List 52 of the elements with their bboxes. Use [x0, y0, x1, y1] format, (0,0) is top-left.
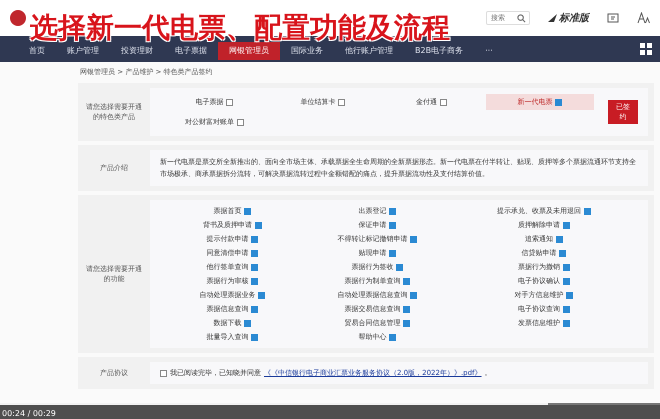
nav-tab[interactable]: 电子票据: [164, 42, 218, 60]
video-caption: 选择新一代电票、配置功能及流程: [30, 12, 450, 44]
checkbox[interactable]: [403, 306, 410, 312]
nav-tab[interactable]: 投资理财: [110, 42, 164, 60]
nav-tab[interactable]: 账户管理: [56, 42, 110, 60]
checkbox[interactable]: [556, 236, 563, 242]
checkbox[interactable]: [244, 320, 252, 326]
nav-tab[interactable]: 他行账户管理: [334, 42, 404, 60]
checkbox[interactable]: [410, 292, 418, 298]
checkbox[interactable]: [562, 222, 570, 228]
checkbox[interactable]: [403, 320, 410, 326]
checkbox[interactable]: [562, 278, 570, 284]
checkbox[interactable]: [555, 98, 562, 106]
checkbox[interactable]: [389, 334, 396, 340]
checkbox[interactable]: [338, 98, 346, 106]
screen-icon[interactable]: [607, 12, 619, 24]
checkbox[interactable]: [236, 118, 244, 126]
logo-icon: [10, 10, 26, 26]
edition-label[interactable]: 标准版: [559, 11, 589, 25]
checkbox[interactable]: [562, 306, 570, 312]
checkbox[interactable]: [396, 264, 404, 270]
nav-tab[interactable]: ···: [474, 42, 504, 60]
font-size-icon[interactable]: [637, 12, 650, 24]
checkbox[interactable]: [584, 208, 591, 214]
checkbox[interactable]: [258, 292, 266, 298]
checkbox[interactable]: [403, 278, 410, 284]
checkbox[interactable]: [562, 264, 570, 270]
checkbox[interactable]: [251, 334, 258, 340]
checkbox[interactable]: [251, 264, 258, 270]
nav-tab[interactable]: 首页: [18, 42, 56, 60]
nav-tab[interactable]: 网银管理员: [218, 42, 280, 60]
checkbox[interactable]: [389, 222, 396, 228]
checkbox[interactable]: [410, 236, 418, 242]
nav-tab[interactable]: 国际业务: [280, 42, 334, 60]
checkbox[interactable]: [244, 208, 252, 214]
checkbox[interactable]: [251, 236, 258, 242]
checkbox[interactable]: [251, 278, 258, 284]
video-time: 00:24 / 00:29: [2, 409, 56, 418]
checkbox[interactable]: [559, 250, 566, 256]
checkbox[interactable]: [226, 98, 234, 106]
checkbox[interactable]: [254, 222, 262, 228]
checkbox[interactable]: [251, 306, 258, 312]
search-icon: [517, 14, 526, 23]
checkbox[interactable]: [160, 370, 167, 376]
checkbox[interactable]: [566, 292, 574, 298]
checkbox[interactable]: [440, 98, 447, 106]
checkbox[interactable]: [389, 250, 396, 256]
checkbox[interactable]: [562, 320, 570, 326]
grid-icon[interactable]: [640, 43, 652, 55]
checkbox[interactable]: [251, 250, 258, 256]
nav-tab[interactable]: B2B电子商务: [404, 42, 474, 60]
checkbox[interactable]: [389, 208, 396, 214]
